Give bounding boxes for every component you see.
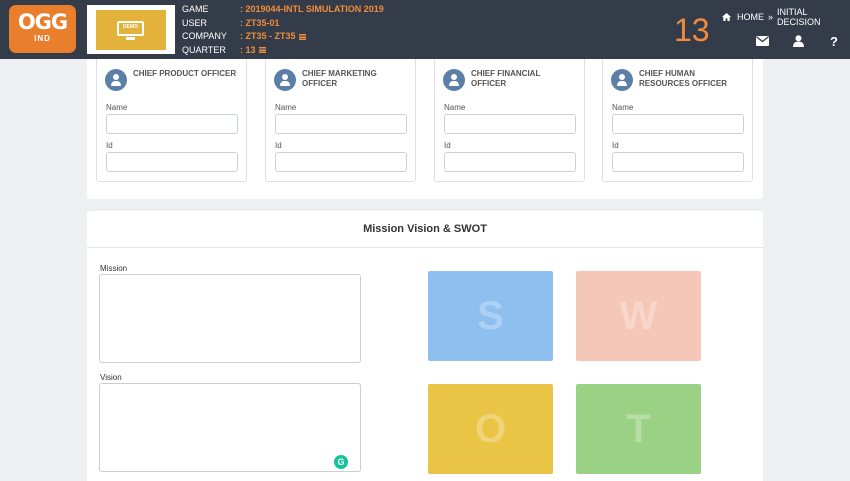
name-input[interactable]	[106, 114, 238, 134]
breadcrumb-current: INITIAL DECISION	[777, 7, 821, 27]
monitor-icon: DEMO	[117, 21, 144, 36]
officer-title: CHIEF MARKETING OFFICER	[302, 69, 377, 88]
quarter-label: QUARTER	[182, 44, 226, 55]
demo-label: DEMO	[123, 24, 138, 30]
simulation-info: GAME : 2019044-INTL SIMULATION 2019 USER…	[182, 3, 384, 57]
breadcrumb-home-link[interactable]: HOME	[737, 12, 764, 22]
ogg-logo[interactable]: OGG IND	[9, 5, 76, 53]
user-row: USER : ZT35-01	[182, 17, 384, 31]
officer-card-financial: CHIEF FINANCIAL OFFICER Name Id	[434, 59, 585, 182]
swot-letter: O	[474, 406, 507, 451]
vision-textarea[interactable]	[99, 383, 361, 472]
quarter-row: QUARTER : 13	[182, 44, 384, 58]
officer-title: CHIEF HUMAN RESOURCES OFFICER	[639, 69, 728, 88]
mission-label: Mission	[100, 264, 128, 273]
envelope-icon[interactable]	[755, 34, 769, 48]
avatar-icon	[274, 69, 296, 91]
swot-opportunities-box[interactable]: O	[428, 384, 553, 474]
id-input[interactable]	[612, 152, 744, 172]
officer-card-hr: CHIEF HUMAN RESOURCES OFFICER Name Id	[602, 59, 753, 182]
swot-letter: W	[619, 293, 658, 338]
name-label: Name	[612, 103, 634, 112]
vision-label: Vision	[100, 373, 122, 382]
help-icon[interactable]: ?	[827, 34, 841, 49]
top-navbar: OGG IND DEMO GAME : 2019044-INTL SIMULAT…	[0, 0, 850, 59]
current-quarter-number: 13	[674, 12, 710, 48]
avatar-icon	[611, 69, 633, 91]
id-label: Id	[444, 141, 451, 150]
game-row: GAME : 2019044-INTL SIMULATION 2019	[182, 3, 384, 17]
id-input[interactable]	[444, 152, 576, 172]
company-value[interactable]: : ZT35 - ZT35	[240, 30, 306, 44]
officer-card-product: CHIEF PRODUCT OFFICER Name Id	[96, 59, 247, 182]
officer-title: CHIEF PRODUCT OFFICER	[133, 69, 237, 78]
swot-letter: T	[626, 406, 651, 451]
name-label: Name	[106, 103, 128, 112]
id-label: Id	[612, 141, 619, 150]
user-label: USER	[182, 17, 208, 28]
logo-text: OGG	[17, 10, 68, 34]
name-input[interactable]	[444, 114, 576, 134]
grammarly-icon[interactable]: G	[334, 455, 348, 469]
monitor-stand	[126, 37, 135, 40]
breadcrumb: HOME » INITIAL DECISION	[722, 7, 850, 27]
list-icon[interactable]	[258, 47, 266, 54]
company-row: COMPANY : ZT35 - ZT35	[182, 30, 384, 44]
avatar-icon	[443, 69, 465, 91]
name-input[interactable]	[275, 114, 407, 134]
user-value: : ZT35-01	[240, 17, 280, 28]
company-label: COMPANY	[182, 31, 227, 41]
breadcrumb-separator: »	[768, 12, 774, 22]
avatar-icon	[105, 69, 127, 91]
panel-title: Mission Vision & SWOT	[87, 211, 763, 248]
swot-threats-box[interactable]: T	[576, 384, 701, 474]
officer-title: CHIEF FINANCIAL OFFICER	[471, 69, 541, 88]
game-label: GAME	[182, 4, 209, 14]
swot-strengths-box[interactable]: S	[428, 271, 553, 361]
name-input[interactable]	[612, 114, 744, 134]
officer-card-marketing: CHIEF MARKETING OFFICER Name Id	[265, 59, 416, 182]
id-label: Id	[275, 141, 282, 150]
swot-weaknesses-box[interactable]: W	[576, 271, 701, 361]
id-label: Id	[106, 141, 113, 150]
game-value: : 2019044-INTL SIMULATION 2019	[240, 4, 384, 14]
home-icon	[722, 13, 731, 21]
id-input[interactable]	[275, 152, 407, 172]
name-label: Name	[444, 103, 466, 112]
demo-banner: DEMO	[87, 5, 175, 54]
name-label: Name	[275, 103, 297, 112]
quarter-value[interactable]: : 13	[240, 44, 266, 58]
list-icon[interactable]	[298, 33, 306, 40]
user-icon[interactable]	[791, 34, 805, 48]
mission-textarea[interactable]	[99, 274, 361, 363]
mission-vision-swot-panel: Mission Vision & SWOT Mission Vision G S…	[87, 211, 763, 481]
swot-letter: S	[477, 293, 504, 338]
logo-subtext: IND	[34, 34, 51, 43]
id-input[interactable]	[106, 152, 238, 172]
